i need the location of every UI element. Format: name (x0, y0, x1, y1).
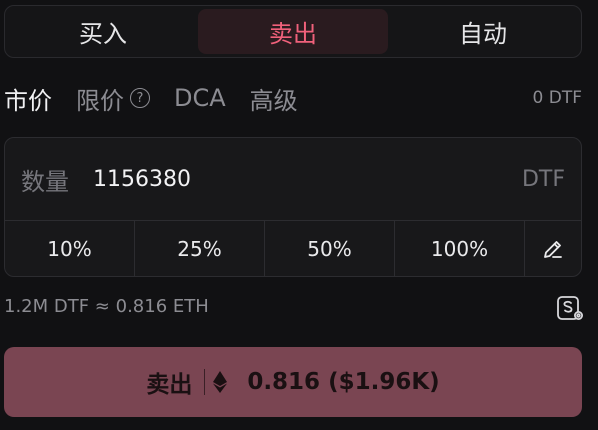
quantity-panel: 数量 DTF 10% 25% 50% 100% (4, 137, 582, 277)
eth-icon (213, 371, 228, 393)
edit-pencil-icon (544, 241, 562, 258)
quantity-unit: DTF (521, 166, 565, 192)
quantity-row: 数量 DTF (5, 138, 581, 221)
percent-row: 10% 25% 50% 100% (5, 221, 581, 276)
tab-market-label: 市价 (4, 86, 52, 115)
order-type-tabs: 市价 限价 ? DCA 高级 0 DTF (4, 80, 582, 116)
sell-submit-amount: 0.816 ($1.96K) (247, 369, 440, 395)
percent-10-button[interactable]: 10% (5, 221, 135, 276)
quantity-label: 数量 (21, 167, 69, 196)
tab-limit[interactable]: 限价 ? (76, 81, 150, 116)
tab-advanced[interactable]: 高级 (250, 81, 298, 116)
tab-dca[interactable]: DCA (174, 84, 226, 112)
submit-divider (204, 369, 206, 395)
tab-advanced-label: 高级 (249, 86, 298, 115)
edit-presets-button[interactable] (525, 221, 581, 276)
slippage-settings-icon[interactable] (556, 295, 586, 323)
tab-dca-label: DCA (174, 84, 226, 112)
help-icon[interactable]: ? (130, 88, 150, 108)
tab-limit-label: 限价 (76, 86, 124, 115)
percent-50-button[interactable]: 50% (265, 221, 395, 276)
tab-buy[interactable]: 买入 (8, 9, 198, 54)
tab-market[interactable]: 市价 (4, 81, 52, 116)
sell-submit-label: 卖出 (146, 372, 193, 398)
percent-100-button[interactable]: 100% (395, 221, 525, 276)
tab-sell[interactable]: 卖出 (198, 9, 388, 54)
token-balance: 0 DTF (532, 88, 582, 108)
tab-auto[interactable]: 自动 (388, 9, 578, 54)
percent-25-button[interactable]: 25% (135, 221, 265, 276)
side-tabs: 买入 卖出 自动 (4, 5, 582, 58)
conversion-estimate: 1.2M DTF ≈ 0.816 ETH (4, 296, 209, 317)
sell-submit-button[interactable]: 卖出 0.816 ($1.96K) (4, 347, 582, 417)
quantity-input[interactable] (93, 166, 522, 192)
